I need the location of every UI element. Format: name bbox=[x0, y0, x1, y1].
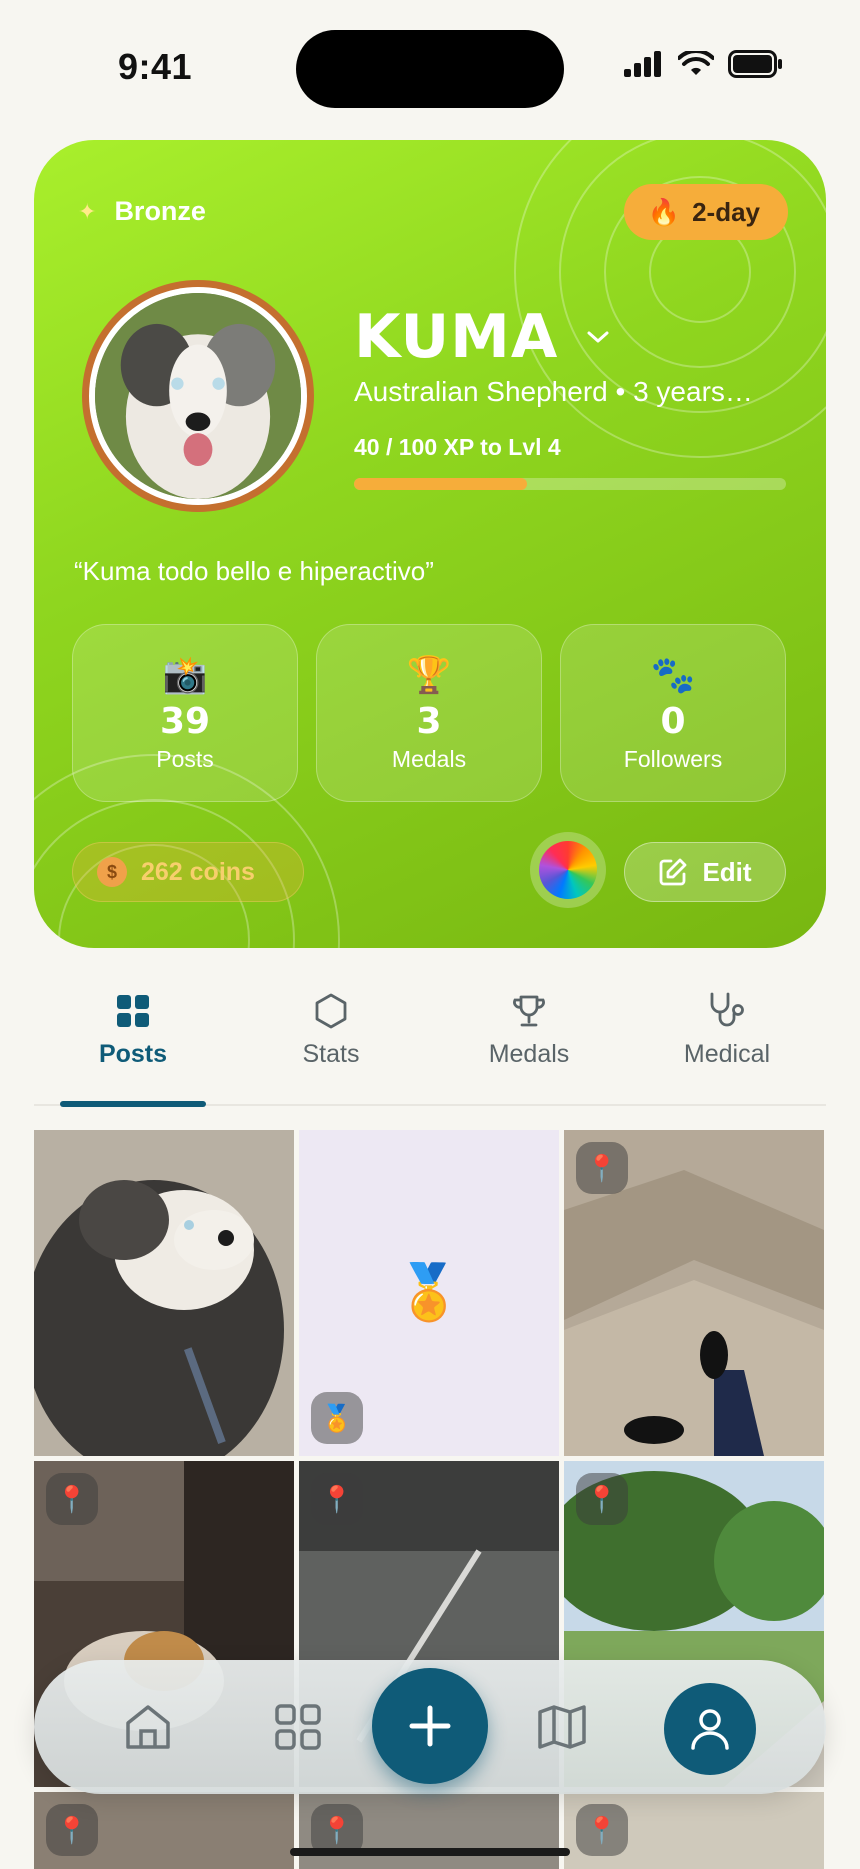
nav-map[interactable] bbox=[532, 1697, 592, 1757]
tab-label: Medical bbox=[683, 1040, 771, 1068]
tab-label: Medals bbox=[488, 1040, 570, 1068]
map-icon bbox=[538, 1705, 586, 1749]
coins-badge[interactable]: $ 262 coins bbox=[72, 842, 304, 902]
tab-medical[interactable]: Medical bbox=[628, 990, 826, 1104]
stethoscope-icon bbox=[710, 992, 744, 1027]
camera-icon: 📸 bbox=[162, 654, 208, 695]
coins-label: 262 coins bbox=[141, 857, 255, 886]
add-post-button[interactable] bbox=[372, 1668, 488, 1784]
plus-icon bbox=[409, 1705, 451, 1747]
apps-grid-icon bbox=[275, 1704, 321, 1750]
location-pin-icon: 📍 bbox=[576, 1142, 628, 1194]
post-thumbnail[interactable]: 📍 bbox=[34, 1792, 294, 1869]
xp-progress-fill bbox=[354, 478, 527, 490]
coin-icon: $ bbox=[97, 857, 127, 887]
person-icon bbox=[691, 1709, 729, 1750]
edit-icon bbox=[660, 858, 687, 886]
profile-card: ✦ Bronze 🔥 2-day KUMA Australian Shepher… bbox=[34, 140, 826, 948]
chevron-down-icon[interactable] bbox=[586, 329, 610, 345]
profile-tabs: Posts Stats Medals Medical bbox=[34, 990, 826, 1107]
post-thumbnail[interactable]: 📍 bbox=[564, 1792, 824, 1869]
hexagon-icon bbox=[315, 993, 347, 1029]
edit-label: Edit bbox=[702, 856, 752, 887]
post-thumbnail[interactable]: 📍 bbox=[564, 1130, 824, 1456]
bio-text: “Kuma todo bello e hiperactivo” bbox=[74, 556, 434, 586]
dynamic-island bbox=[296, 30, 564, 108]
location-pin-icon: 📍 bbox=[311, 1473, 363, 1525]
medal-post[interactable]: 🏅 🏅 bbox=[299, 1130, 559, 1456]
paws-icon: 🐾 bbox=[650, 654, 696, 695]
nav-home[interactable] bbox=[118, 1697, 178, 1757]
tab-label: Stats bbox=[302, 1040, 360, 1068]
post-thumbnail[interactable]: 📍 bbox=[299, 1792, 559, 1869]
stat-value: 0 bbox=[660, 701, 686, 742]
stat-label: Medals bbox=[391, 746, 467, 772]
stat-value: 39 bbox=[159, 701, 211, 742]
tab-medals[interactable]: Medals bbox=[430, 990, 628, 1104]
tab-label: Posts bbox=[98, 1040, 168, 1068]
location-pin-icon: 📍 bbox=[576, 1473, 628, 1525]
stat-label: Followers bbox=[623, 746, 723, 772]
xp-label: 40 / 100 XP to Lvl 4 bbox=[354, 434, 561, 460]
medal-badge-icon: 🏅 bbox=[311, 1392, 363, 1444]
nav-apps[interactable] bbox=[268, 1697, 328, 1757]
location-pin-icon: 📍 bbox=[576, 1804, 628, 1856]
location-pin-icon: 📍 bbox=[46, 1473, 98, 1525]
location-pin-icon: 📍 bbox=[46, 1804, 98, 1856]
breed-age: Australian Shepherd • 3 years… bbox=[354, 376, 753, 407]
status-bar: 9:41 bbox=[0, 0, 860, 130]
trophy-outline-icon bbox=[513, 995, 545, 1027]
battery-icon bbox=[728, 50, 782, 78]
bottom-navigation bbox=[34, 1660, 826, 1794]
home-indicator bbox=[290, 1848, 570, 1856]
tab-posts[interactable]: Posts bbox=[34, 990, 232, 1107]
trophy-icon: 🏆 bbox=[406, 654, 452, 695]
tier-label: Bronze bbox=[114, 196, 206, 226]
active-tab-indicator bbox=[60, 1101, 206, 1107]
stat-label: Posts bbox=[156, 746, 214, 772]
stat-followers[interactable]: 🐾 0 Followers bbox=[560, 624, 786, 802]
post-image bbox=[34, 1130, 294, 1456]
stats-row: 📸 39 Posts 🏆 3 Medals 🐾 0 Followers bbox=[72, 624, 786, 802]
stat-medals[interactable]: 🏆 3 Medals bbox=[316, 624, 542, 802]
color-wheel-button[interactable] bbox=[530, 832, 606, 908]
home-icon bbox=[126, 1705, 170, 1749]
stat-posts[interactable]: 📸 39 Posts bbox=[72, 624, 298, 802]
sparkle-icon: ✦ bbox=[78, 198, 97, 224]
signal-icon bbox=[624, 51, 661, 77]
edit-button[interactable]: Edit bbox=[624, 842, 786, 902]
decorative-rings bbox=[34, 140, 826, 948]
avatar[interactable] bbox=[82, 280, 314, 512]
status-time: 9:41 bbox=[118, 46, 193, 87]
tab-stats[interactable]: Stats bbox=[232, 990, 430, 1104]
streak-label: 2-day bbox=[692, 196, 760, 227]
post-thumbnail[interactable] bbox=[34, 1130, 294, 1456]
fire-icon: 🔥 bbox=[647, 196, 681, 227]
xp-progress-bar bbox=[354, 478, 786, 490]
stat-value: 3 bbox=[416, 701, 442, 742]
wifi-icon bbox=[678, 51, 714, 75]
status-icons bbox=[624, 50, 784, 78]
grid-icon bbox=[117, 995, 149, 1027]
pet-name: KUMA bbox=[354, 302, 559, 372]
tier-badge: ✦ Bronze bbox=[78, 196, 206, 227]
nav-profile[interactable] bbox=[664, 1683, 756, 1775]
name-row[interactable]: KUMA bbox=[354, 302, 610, 372]
streak-badge[interactable]: 🔥 2-day bbox=[623, 184, 788, 240]
dog-photo bbox=[95, 293, 301, 499]
color-wheel-icon bbox=[539, 841, 597, 899]
medal-icon: 🏅 bbox=[395, 1262, 463, 1323]
